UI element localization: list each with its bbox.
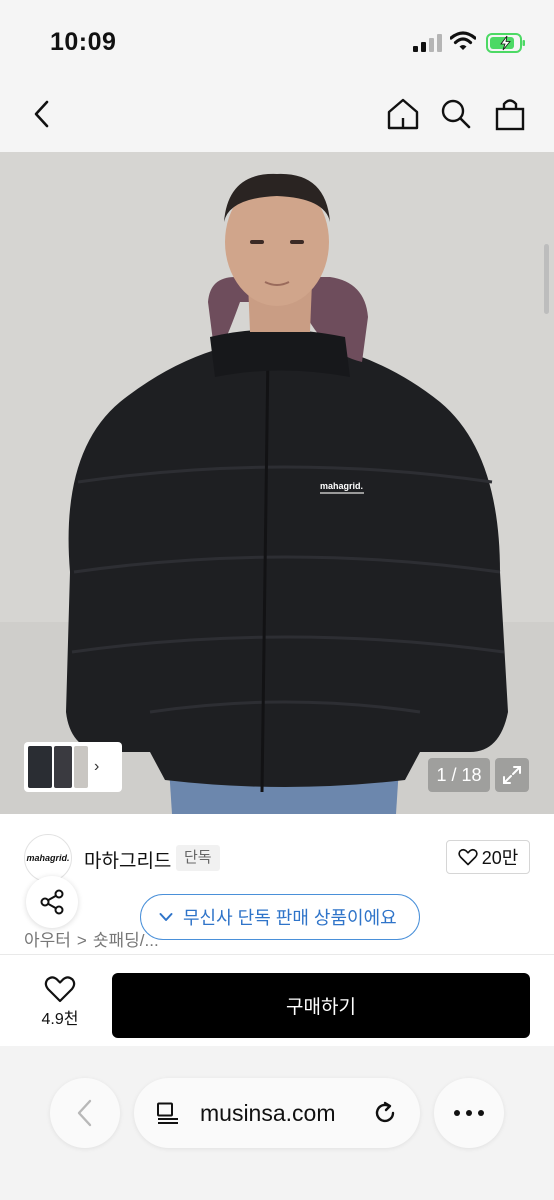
product-photo: mahagrid. bbox=[0, 152, 554, 814]
more-options-button[interactable] bbox=[434, 1078, 504, 1148]
browser-toolbar: musinsa.com bbox=[0, 1046, 554, 1200]
brand-row: mahagrid. 마하그리드 단독 20만 bbox=[0, 814, 554, 894]
expand-icon[interactable] bbox=[495, 758, 529, 792]
thumbnail-1[interactable] bbox=[28, 746, 52, 788]
brand-logo[interactable]: mahagrid. bbox=[24, 834, 72, 882]
thumbnail-2[interactable] bbox=[54, 746, 72, 788]
search-icon[interactable] bbox=[436, 94, 476, 134]
buy-button[interactable]: 구매하기 bbox=[112, 973, 530, 1038]
breadcrumb-separator: > bbox=[76, 931, 87, 950]
thumbnail-3[interactable] bbox=[74, 746, 88, 788]
more-dot-icon bbox=[454, 1110, 460, 1116]
url-text: musinsa.com bbox=[200, 1100, 336, 1126]
top-nav-bar bbox=[0, 84, 554, 152]
chest-logo-text: mahagrid. bbox=[320, 481, 363, 491]
brand-like-count: 20만 bbox=[481, 848, 519, 868]
breadcrumb: 아우터 > 숏패딩/... bbox=[24, 926, 159, 951]
wishlist-button[interactable]: 4.9천 bbox=[30, 975, 90, 1035]
home-icon[interactable] bbox=[383, 94, 423, 134]
exclusive-badge: 단독 bbox=[176, 845, 220, 871]
exclusive-notice-pill[interactable]: 무신사 단독 판매 상품이에요 bbox=[140, 894, 420, 940]
shopping-bag-icon[interactable] bbox=[490, 94, 530, 134]
more-dot-icon bbox=[466, 1110, 472, 1116]
chevron-right-icon[interactable]: › bbox=[94, 758, 99, 776]
share-button[interactable] bbox=[26, 876, 78, 928]
more-dot-icon bbox=[478, 1110, 484, 1116]
brand-like-button[interactable]: 20만 bbox=[446, 840, 530, 874]
chevron-left-icon bbox=[77, 1099, 92, 1127]
wifi-icon bbox=[450, 31, 476, 50]
heart-icon bbox=[458, 848, 478, 866]
thumbnail-strip[interactable]: › bbox=[24, 742, 122, 792]
breadcrumb-row: 아우터 > 숏패딩/... 무신사 단독 판매 상품이에요 bbox=[0, 876, 554, 954]
battery-icon bbox=[486, 33, 525, 53]
cellular-signal-icon bbox=[413, 34, 443, 52]
browser-back-button[interactable] bbox=[50, 1078, 120, 1148]
reload-icon[interactable] bbox=[372, 1100, 398, 1126]
image-counter: 1 / 18 bbox=[428, 758, 490, 792]
product-page: 10:09 mahagrid. › 1 / 18 mahagrid. 마하그리드… bbox=[0, 0, 554, 1200]
wishlist-count: 4.9천 bbox=[41, 1011, 79, 1028]
heart-icon bbox=[44, 976, 76, 1003]
exclusive-notice-text: 무신사 단독 판매 상품이에요 bbox=[183, 908, 397, 928]
status-time: 10:09 bbox=[50, 28, 117, 56]
breadcrumb-item-outer[interactable]: 아우터 bbox=[24, 931, 71, 950]
share-icon bbox=[40, 889, 64, 915]
product-image-gallery[interactable]: mahagrid. › 1 / 18 bbox=[0, 152, 554, 814]
brand-name[interactable]: 마하그리드 bbox=[84, 846, 171, 873]
chevron-down-icon bbox=[159, 913, 173, 921]
address-bar[interactable]: musinsa.com bbox=[134, 1078, 420, 1148]
page-scrollbar[interactable] bbox=[544, 244, 549, 314]
page-menu-icon bbox=[157, 1102, 178, 1124]
back-icon[interactable] bbox=[22, 94, 62, 134]
status-bar: 10:09 bbox=[0, 0, 554, 84]
purchase-bar: 4.9천 구매하기 bbox=[0, 954, 554, 1046]
